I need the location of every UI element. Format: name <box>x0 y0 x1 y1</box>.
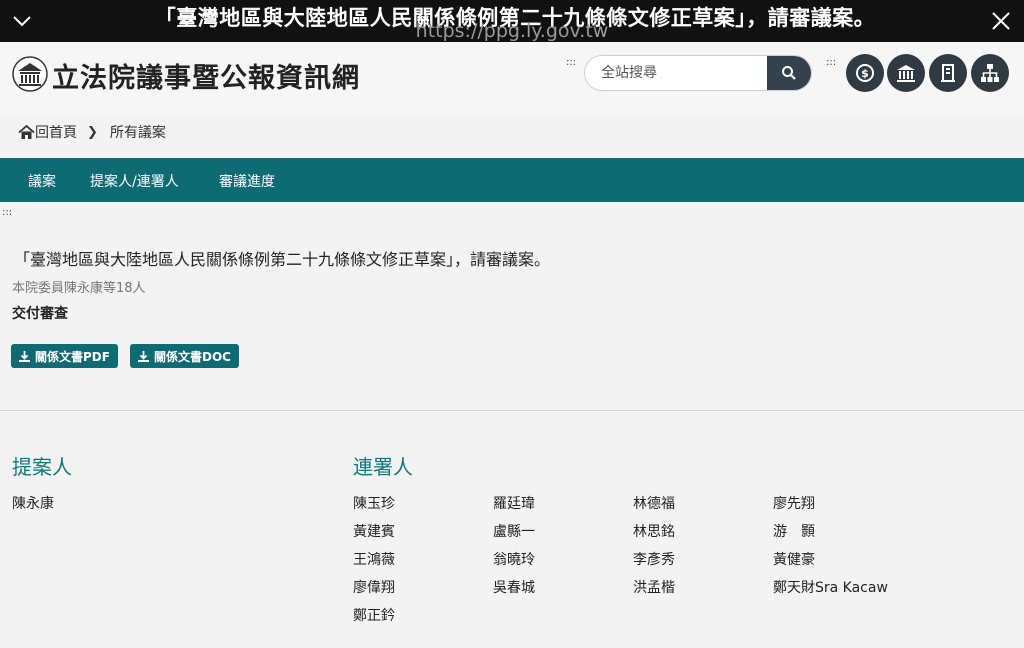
money-button[interactable]: $ <box>846 54 884 92</box>
site-header: 立法院議事暨公報資訊網 ::: ::: $ <box>0 42 1024 116</box>
cosigner-name[interactable]: 鄭天財Sra Kacaw <box>773 577 888 597</box>
sitemap-icon <box>981 64 999 82</box>
building-button[interactable] <box>929 54 967 92</box>
download-doc-label: 關係文書DOC <box>154 349 231 364</box>
nav-proposers[interactable]: 提案人/連署人 <box>90 171 179 191</box>
breadcrumb: 回首頁 ❯ 所有議案 <box>18 122 166 142</box>
building-icon <box>941 64 955 82</box>
money-icon: $ <box>856 64 874 82</box>
cosigner-name[interactable]: 洪孟楷 <box>633 577 675 597</box>
download-pdf-label: 關係文書PDF <box>35 349 110 364</box>
proposers-heading: 提案人 <box>12 455 72 479</box>
bank-icon <box>897 65 915 82</box>
accesskey-marker: ::: <box>2 207 13 218</box>
breadcrumb-home[interactable]: 回首頁 <box>35 122 77 142</box>
accesskey-marker: ::: <box>566 57 577 68</box>
cosigner-name[interactable]: 黃健豪 <box>773 549 815 569</box>
nav-progress[interactable]: 審議進度 <box>219 171 275 191</box>
bill-title: 「臺灣地區與大陸地區人民關係條例第二十九條條文修正草案」，請審議案。 <box>14 250 551 269</box>
search-box <box>584 55 812 91</box>
section-divider <box>0 410 1024 411</box>
cosigner-name[interactable]: 廖先翔 <box>773 493 815 513</box>
download-icon <box>138 350 149 362</box>
cosigners-heading: 連署人 <box>353 455 413 479</box>
search-input[interactable] <box>585 56 769 90</box>
nav-bills[interactable]: 議案 <box>28 171 56 191</box>
cosigner-name[interactable]: 盧縣一 <box>493 521 535 541</box>
cosigner-name[interactable]: 游 顥 <box>773 521 815 541</box>
breadcrumb-current[interactable]: 所有議案 <box>110 122 166 142</box>
svg-text:$: $ <box>861 67 869 80</box>
bank-button[interactable] <box>887 54 925 92</box>
sitemap-button[interactable] <box>971 54 1009 92</box>
cosigner-name[interactable]: 廖偉翔 <box>353 577 395 597</box>
search-button[interactable] <box>767 56 811 90</box>
cosigner-name[interactable]: 林思銘 <box>633 521 675 541</box>
search-icon <box>782 66 796 80</box>
main-nav: 議案 提案人/連署人 審議進度 <box>0 158 1024 202</box>
site-name[interactable]: 立法院議事暨公報資訊網 <box>52 56 360 95</box>
download-icon <box>19 350 30 362</box>
cosigner-name[interactable]: 吳春城 <box>493 577 535 597</box>
cosigner-name[interactable]: 黃建賓 <box>353 521 395 541</box>
cosigner-name[interactable]: 翁曉玲 <box>493 549 535 569</box>
proposer-summary: 本院委員陳永康等18人 <box>12 281 146 296</box>
download-pdf-button[interactable]: 關係文書PDF <box>11 344 118 368</box>
url-watermark: https://ppg.ly.gov.tw <box>415 20 609 42</box>
cosigner-name[interactable]: 王鴻薇 <box>353 549 395 569</box>
cosigner-name[interactable]: 林德福 <box>633 493 675 513</box>
bill-status: 交付審查 <box>12 306 68 322</box>
cosigner-name[interactable]: 鄭正鈐 <box>353 605 395 625</box>
cosigner-name[interactable]: 陳玉珍 <box>353 493 395 513</box>
download-doc-button[interactable]: 關係文書DOC <box>130 344 239 368</box>
legislative-yuan-logo-icon[interactable] <box>12 56 48 92</box>
accesskey-marker: ::: <box>826 57 837 68</box>
chevron-right-icon: ❯ <box>87 124 98 140</box>
home-icon[interactable] <box>18 124 35 140</box>
proposer-name[interactable]: 陳永康 <box>12 493 54 513</box>
cosigner-name[interactable]: 李彥秀 <box>633 549 675 569</box>
cosigner-name[interactable]: 羅廷瑋 <box>493 493 535 513</box>
